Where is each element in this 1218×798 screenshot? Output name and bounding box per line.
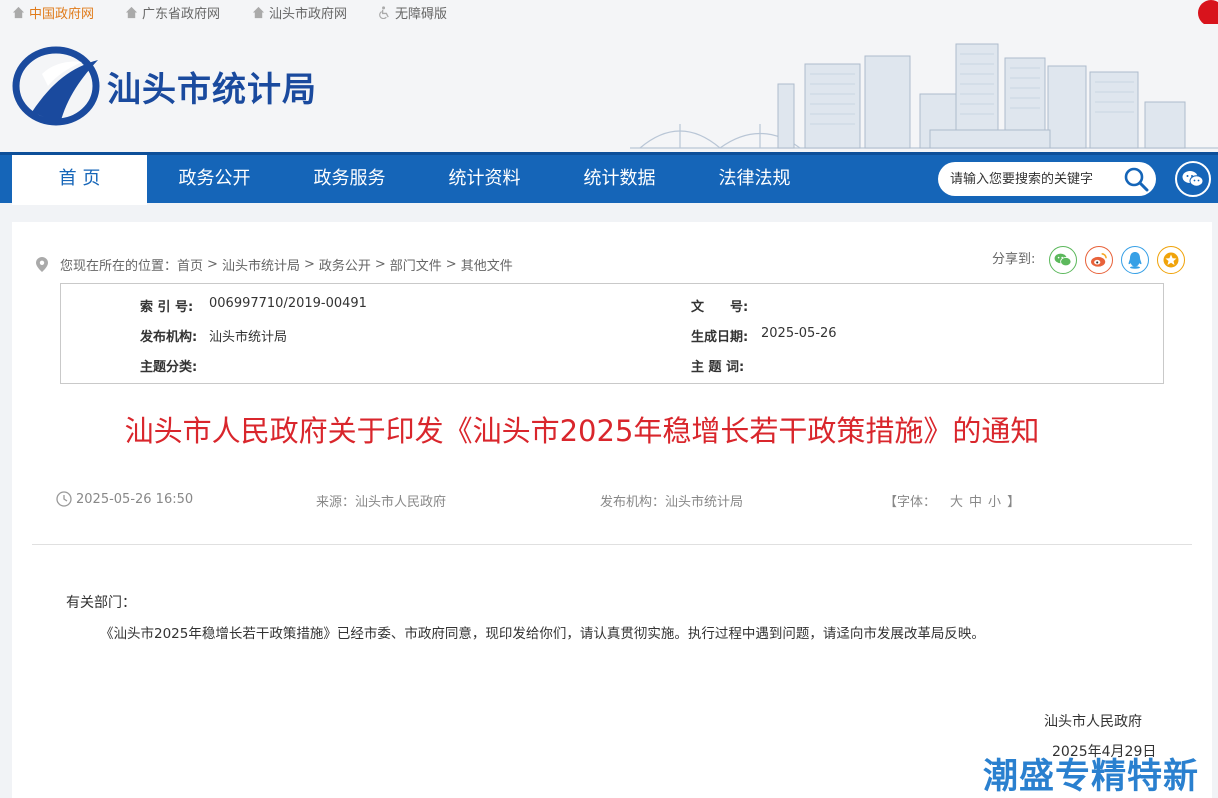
breadcrumb-separator: > bbox=[303, 257, 315, 272]
wechat-nav-button[interactable] bbox=[1175, 161, 1211, 197]
font-large-button[interactable]: 大 bbox=[950, 491, 963, 510]
link-accessibility[interactable]: 无障碍版 bbox=[378, 3, 447, 22]
site-name[interactable]: 汕头市统计局 bbox=[107, 62, 317, 111]
home-icon bbox=[252, 6, 265, 19]
home-icon bbox=[125, 6, 138, 19]
favorite-icon bbox=[1163, 252, 1179, 268]
datetime-value: 2025-05-26 16:50 bbox=[76, 491, 194, 507]
meta-gen-date-label: 生成日期: bbox=[691, 330, 749, 345]
bureau-logo-icon bbox=[12, 46, 100, 126]
share-favorite-button[interactable] bbox=[1157, 246, 1186, 274]
article-datetime: 2025-05-26 16:50 bbox=[56, 491, 193, 507]
breadcrumb-separator: > bbox=[207, 257, 218, 272]
font-label-end: 】 bbox=[1007, 495, 1021, 510]
breadcrumb-separator: > bbox=[445, 257, 457, 272]
share-label: 分享到: bbox=[992, 251, 1036, 267]
font-medium-button[interactable]: 中 bbox=[969, 491, 982, 510]
article-paragraph: 《汕头市2025年稳增长若干政策措施》已经市委、市政府同意，现印发给你们，请认真… bbox=[100, 626, 985, 642]
breadcrumb-dept-docs[interactable]: 部门文件 bbox=[390, 255, 442, 274]
divider bbox=[32, 544, 1192, 545]
share-qq-button[interactable] bbox=[1121, 246, 1150, 274]
breadcrumb-prefix: 您现在所在的位置： bbox=[60, 259, 178, 274]
site-header: 汕头市统计局 bbox=[0, 24, 1218, 152]
top-right-badge[interactable] bbox=[1198, 0, 1218, 26]
article-salutation: 有关部门： bbox=[66, 595, 136, 611]
watermark-text: 潮盛专精特新 bbox=[983, 757, 1200, 797]
nav-item-gov-affairs[interactable]: 政务公开 bbox=[147, 155, 282, 203]
nav-item-stat-data[interactable]: 统计数据 bbox=[552, 155, 687, 203]
nav-item-laws[interactable]: 法律法规 bbox=[687, 155, 822, 203]
article-publisher: 发布机构：汕头市统计局 bbox=[600, 495, 744, 510]
meta-doc-no-label: 文 号: bbox=[691, 300, 749, 315]
wechat-icon bbox=[1182, 171, 1204, 187]
search-input[interactable] bbox=[950, 170, 1120, 188]
meta-index-label: 索 引 号: bbox=[140, 300, 194, 315]
link-shantou-gov[interactable]: 汕头市政府网 bbox=[252, 3, 347, 22]
breadcrumb-other-docs[interactable]: 其他文件 bbox=[461, 255, 513, 274]
article-title: 汕头市人民政府关于印发《汕头市2025年稳增长若干政策措施》的通知 bbox=[124, 414, 1040, 448]
nav-item-gov-services[interactable]: 政务服务 bbox=[282, 155, 417, 203]
breadcrumb: 您现在所在的位置： 首页 > 汕头市统计局 > 政务公开 > 部门文件 > 其他… bbox=[36, 255, 513, 274]
share-bar: 分享到: bbox=[992, 246, 1193, 274]
link-label: 中国政府网 bbox=[29, 7, 95, 22]
top-links-bar: 中国政府网 广东省政府网 汕头市政府网 无障碍版 bbox=[0, 0, 1218, 26]
link-label: 汕头市政府网 bbox=[269, 7, 348, 22]
font-size-switcher: 【字体： 大 中 小 】 bbox=[884, 491, 1020, 510]
meta-gen-date-value: 2025-05-26 bbox=[761, 326, 837, 341]
search-box bbox=[938, 162, 1156, 196]
font-small-button[interactable]: 小 bbox=[988, 491, 1001, 510]
wechat-icon bbox=[1054, 253, 1072, 267]
meta-publisher-label: 发布机构: bbox=[140, 330, 198, 345]
main-nav: 首 页 政务公开 政务服务 统计资料 统计数据 法律法规 bbox=[0, 152, 1218, 205]
breadcrumb-gov-affairs[interactable]: 政务公开 bbox=[319, 255, 371, 274]
home-icon bbox=[12, 6, 25, 19]
nav-item-home[interactable]: 首 页 bbox=[12, 155, 147, 205]
clock-icon bbox=[56, 491, 72, 507]
accessibility-icon bbox=[379, 6, 389, 19]
link-guangdong-gov[interactable]: 广东省政府网 bbox=[125, 3, 220, 22]
weibo-icon bbox=[1091, 252, 1108, 267]
qq-icon bbox=[1128, 252, 1142, 269]
article-source: 来源：汕头市人民政府 bbox=[316, 495, 447, 510]
article-panel: 您现在所在的位置： 首页 > 汕头市统计局 > 政务公开 > 部门文件 > 其他… bbox=[12, 222, 1212, 798]
meta-topic-label: 主题分类: bbox=[140, 360, 198, 375]
breadcrumb-bureau[interactable]: 汕头市统计局 bbox=[222, 255, 300, 274]
share-wechat-button[interactable] bbox=[1049, 246, 1078, 274]
document-metadata: 索 引 号: 006997710/2019-00491 文 号: 发布机构: 汕… bbox=[60, 283, 1164, 384]
breadcrumb-home[interactable]: 首页 bbox=[177, 255, 203, 274]
meta-keywords-label: 主 题 词: bbox=[691, 360, 745, 375]
meta-publisher-value: 汕头市统计局 bbox=[209, 330, 288, 345]
share-weibo-button[interactable] bbox=[1085, 246, 1114, 274]
link-label: 广东省政府网 bbox=[142, 7, 221, 22]
city-skyline-illustration bbox=[630, 43, 1218, 149]
link-china-gov[interactable]: 中国政府网 bbox=[12, 3, 94, 22]
link-label: 无障碍版 bbox=[395, 7, 448, 22]
location-pin-icon bbox=[36, 257, 48, 272]
font-label: 【字体： bbox=[884, 495, 937, 510]
article-signature: 汕头市人民政府 bbox=[1044, 714, 1142, 730]
search-icon[interactable] bbox=[1122, 166, 1150, 192]
breadcrumb-separator: > bbox=[374, 257, 386, 272]
nav-item-statistics[interactable]: 统计资料 bbox=[417, 155, 552, 203]
meta-index-value: 006997710/2019-00491 bbox=[209, 296, 367, 311]
